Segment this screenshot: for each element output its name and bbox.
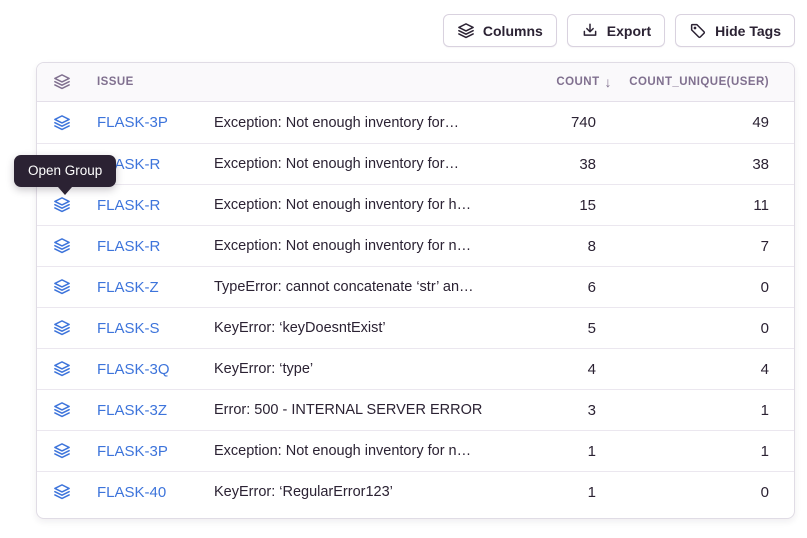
column-header-count-label: COUNT xyxy=(556,76,599,88)
issue-summary: Exception: Not enough inventory for… xyxy=(214,156,494,172)
issue-summary: Exception: Not enough inventory for h… xyxy=(214,197,494,213)
issue-summary: Exception: Not enough inventory for n… xyxy=(214,443,494,459)
issue-link[interactable]: FLASK-3Q xyxy=(97,361,214,378)
issue-link[interactable]: FLASK-40 xyxy=(97,484,214,501)
issue-summary: KeyError: ‘RegularError123’ xyxy=(214,484,494,500)
open-group-icon[interactable] xyxy=(37,442,97,460)
issue-summary: Error: 500 - INTERNAL SERVER ERROR xyxy=(214,402,494,418)
table-row: FLASK-R Exception: Not enough inventory … xyxy=(37,225,794,266)
count-unique-value: 7 xyxy=(761,238,794,255)
export-button[interactable]: Export xyxy=(567,14,665,47)
issue-link[interactable]: FLASK-R xyxy=(97,238,214,255)
open-group-icon[interactable] xyxy=(37,237,97,255)
count-value: 1 xyxy=(588,484,614,501)
table-row: FLASK-S KeyError: ‘keyDoesntExist’ 5 0 xyxy=(37,307,794,348)
open-group-icon[interactable] xyxy=(37,360,97,378)
column-header-issue[interactable]: ISSUE xyxy=(97,76,214,88)
issue-summary: Exception: Not enough inventory for… xyxy=(214,115,494,131)
toolbar: Columns Export Hide Tags xyxy=(443,14,795,47)
issue-summary: TypeError: cannot concatenate ‘str’ an… xyxy=(214,279,494,295)
count-unique-value: 4 xyxy=(761,361,794,378)
count-unique-value: 11 xyxy=(753,197,794,214)
count-unique-value: 38 xyxy=(752,156,794,173)
open-group-icon[interactable] xyxy=(37,278,97,296)
count-value: 3 xyxy=(588,402,614,419)
columns-button[interactable]: Columns xyxy=(443,14,557,47)
open-group-icon[interactable] xyxy=(37,401,97,419)
issues-table: ISSUE COUNT ↓ COUNT_UNIQUE(USER) FLASK-3… xyxy=(36,62,795,519)
count-unique-value: 0 xyxy=(761,484,794,501)
tooltip-open-group: Open Group xyxy=(14,155,116,187)
table-row: FLASK-3Q KeyError: ‘type’ 4 4 xyxy=(37,348,794,389)
table-header-row: ISSUE COUNT ↓ COUNT_UNIQUE(USER) xyxy=(37,63,794,102)
issue-link[interactable]: FLASK-S xyxy=(97,320,214,337)
table-row: FLASK-R Exception: Not enough inventory … xyxy=(37,184,794,225)
count-value: 740 xyxy=(571,114,614,131)
open-group-icon[interactable] xyxy=(37,483,97,501)
open-group-icon[interactable] xyxy=(37,114,97,132)
hide-tags-button-label: Hide Tags xyxy=(715,23,781,39)
issue-summary: Exception: Not enough inventory for n… xyxy=(214,238,494,254)
issue-summary: KeyError: ‘type’ xyxy=(214,361,494,377)
count-value: 6 xyxy=(588,279,614,296)
open-group-icon[interactable] xyxy=(37,319,97,337)
issue-header-layers-icon xyxy=(37,73,97,91)
tag-icon xyxy=(689,22,707,40)
table-row: FLASK-3Z Error: 500 - INTERNAL SERVER ER… xyxy=(37,389,794,430)
count-unique-value: 1 xyxy=(761,402,794,419)
issue-link[interactable]: FLASK-R xyxy=(97,197,214,214)
column-header-count[interactable]: COUNT ↓ xyxy=(556,74,614,90)
columns-button-label: Columns xyxy=(483,23,543,39)
hide-tags-button[interactable]: Hide Tags xyxy=(675,14,795,47)
count-value: 4 xyxy=(588,361,614,378)
table-row: FLASK-R Exception: Not enough inventory … xyxy=(37,143,794,184)
count-unique-value: 0 xyxy=(761,320,794,337)
count-unique-value: 1 xyxy=(761,443,794,460)
count-unique-value: 0 xyxy=(761,279,794,296)
issue-link[interactable]: FLASK-Z xyxy=(97,279,214,296)
issue-link[interactable]: FLASK-3P xyxy=(97,443,214,460)
table-row: FLASK-3P Exception: Not enough inventory… xyxy=(37,102,794,143)
table-row: FLASK-3P Exception: Not enough inventory… xyxy=(37,430,794,471)
issue-link[interactable]: FLASK-3P xyxy=(97,114,214,131)
table-row: FLASK-40 KeyError: ‘RegularError123’ 1 0 xyxy=(37,471,794,512)
count-unique-value: 49 xyxy=(752,114,794,131)
count-value: 15 xyxy=(579,197,614,214)
sort-arrow-down-icon: ↓ xyxy=(605,74,612,90)
count-value: 1 xyxy=(588,443,614,460)
open-group-icon[interactable] xyxy=(37,196,97,214)
table-row: FLASK-Z TypeError: cannot concatenate ‘s… xyxy=(37,266,794,307)
export-button-label: Export xyxy=(607,23,651,39)
count-value: 8 xyxy=(588,238,614,255)
issue-summary: KeyError: ‘keyDoesntExist’ xyxy=(214,320,494,336)
column-header-count-unique[interactable]: COUNT_UNIQUE(USER) xyxy=(629,76,794,88)
count-value: 5 xyxy=(588,320,614,337)
download-icon xyxy=(581,22,599,40)
issue-link[interactable]: FLASK-3Z xyxy=(97,402,214,419)
count-value: 38 xyxy=(579,156,614,173)
layers-icon xyxy=(457,22,475,40)
